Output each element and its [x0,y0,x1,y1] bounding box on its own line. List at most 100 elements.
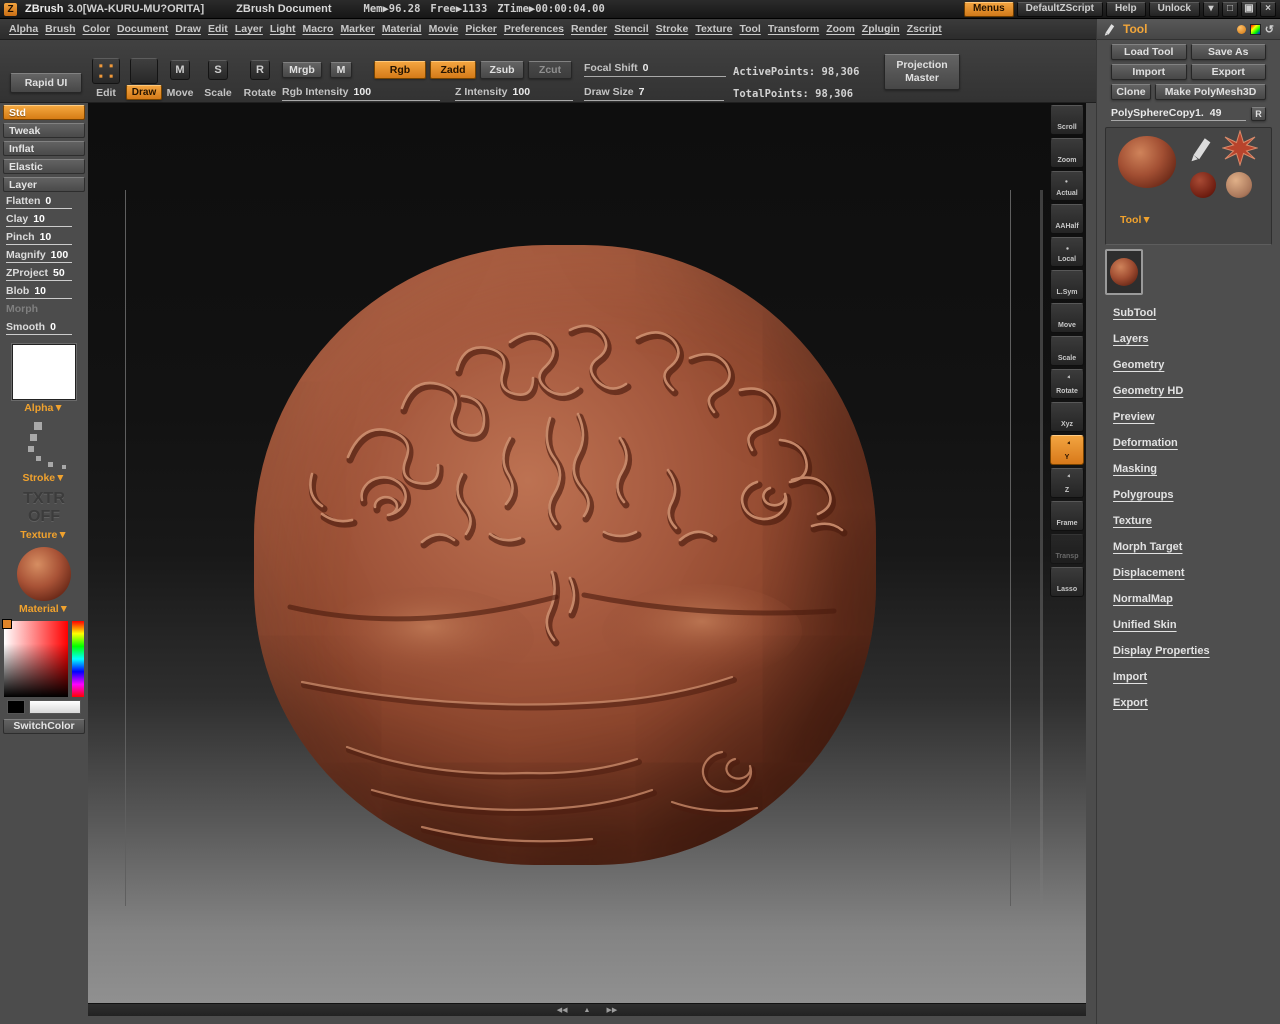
rapid-ui-button[interactable]: Rapid UI [10,73,82,93]
tool-section-polygroups[interactable]: Polygroups [1113,489,1280,515]
menu-layer[interactable]: Layer [235,23,263,35]
polymesh-tool-thumbnail[interactable] [1226,172,1252,198]
reset-icon[interactable]: ↺ [1265,23,1274,36]
export-button[interactable]: Export [1190,64,1266,80]
brush-clay-slider[interactable]: Clay 10 [3,213,85,228]
m-button[interactable]: M [330,62,352,78]
tool-section-layers[interactable]: Layers [1113,333,1280,359]
menu-tool[interactable]: Tool [739,23,760,35]
menu-macro[interactable]: Macro [303,23,334,35]
menu-document[interactable]: Document [117,23,168,35]
tool-section-unified-skin[interactable]: Unified Skin [1113,619,1280,645]
tray-z-button[interactable]: Z [1050,468,1084,498]
menu-zoom[interactable]: Zoom [826,23,855,35]
rgb-intensity-slider[interactable]: Rgb Intensity 100 [282,86,442,101]
tool-section-import[interactable]: Import [1113,671,1280,697]
rotate-tool-icon[interactable]: R [250,60,270,80]
brush-elastic-button[interactable]: Elastic [3,159,85,174]
star-tool-thumbnail[interactable] [1222,130,1258,166]
hue-strip[interactable] [72,620,84,697]
tray-xyz-button[interactable]: Xyz [1050,402,1084,432]
menu-material[interactable]: Material [382,23,422,35]
menu-transform[interactable]: Transform [768,23,819,35]
move-tool-icon[interactable]: M [170,60,190,80]
focal-shift-slider[interactable]: Focal Shift 0 [584,62,726,77]
z-intensity-slider[interactable]: Z Intensity 100 [455,86,575,101]
rgb-intensity-track[interactable] [282,100,440,101]
brush-blob-slider[interactable]: Blob 10 [3,285,85,300]
make-polymesh3d-button[interactable]: Make PolyMesh3D [1155,84,1266,100]
material-thumbnail[interactable] [17,546,71,601]
switch-color-button[interactable]: SwitchColor [3,718,85,734]
tray-zoom-button[interactable]: Zoom [1050,138,1084,168]
color-swatch-icon[interactable] [1249,23,1261,35]
tray-lsym-button[interactable]: L.Sym [1050,270,1084,300]
tray-scale-button[interactable]: Scale [1050,336,1084,366]
active-tool-slot[interactable] [1105,249,1143,295]
zcut-button[interactable]: Zcut [528,61,572,79]
material-dropdown[interactable]: Material▼ [3,603,85,615]
tray-aahalf-button[interactable]: AAHalf [1050,204,1084,234]
menu-render[interactable]: Render [571,23,607,35]
tray-lasso-button[interactable]: Lasso [1050,567,1084,597]
tray-scroll-button[interactable]: Scroll [1050,105,1084,135]
brush-smooth-slider[interactable]: Smooth 0 [3,321,85,336]
scroll-right-icon[interactable]: ▶▶ [606,1006,617,1014]
tool-section-displacement[interactable]: Displacement [1113,567,1280,593]
brush-magnify-slider[interactable]: Magnify 100 [3,249,85,264]
menu-stencil[interactable]: Stencil [614,23,648,35]
rgb-button[interactable]: Rgb [374,61,426,79]
secondary-color-swatch[interactable] [7,699,25,714]
minimize-icon[interactable]: ▾ [1203,1,1219,17]
tray-actual-button[interactable]: Actual [1050,171,1084,201]
load-tool-button[interactable]: Load Tool [1111,44,1187,60]
brush-inflat-button[interactable]: Inflat [3,141,85,156]
color-picker[interactable] [2,618,84,697]
brush-zproject-slider[interactable]: ZProject 50 [3,267,85,282]
projection-master-button[interactable]: Projection Master [884,54,960,90]
default-zscript-button[interactable]: DefaultZScript [1016,1,1103,17]
draw-size-slider[interactable]: Draw Size 7 [584,86,726,101]
stroke-dropdown[interactable]: Stroke▼ [3,472,85,484]
menu-zscript[interactable]: Zscript [907,23,942,35]
close-icon[interactable]: × [1260,1,1276,17]
import-button[interactable]: Import [1111,64,1187,80]
pen-tool-thumbnail[interactable] [1188,134,1216,162]
primary-color-swatch[interactable] [29,699,81,714]
scroll-up-icon[interactable]: ▲ [584,1007,591,1014]
restore-icon[interactable]: ▣ [1241,1,1257,17]
tool-section-morph-target[interactable]: Morph Target [1113,541,1280,567]
tool-inventory-dropdown[interactable]: Tool▼ [1120,214,1152,226]
edit-tool-icon[interactable] [92,58,120,84]
tray-local-button[interactable]: Local [1050,237,1084,267]
menu-marker[interactable]: Marker [340,23,374,35]
menu-zplugin[interactable]: Zplugin [862,23,900,35]
menu-movie[interactable]: Movie [429,23,459,35]
window-icon[interactable]: □ [1222,1,1238,17]
texture-dropdown[interactable]: Texture▼ [3,529,85,541]
menu-light[interactable]: Light [270,23,296,35]
draw-tool-icon[interactable] [130,58,158,84]
tool-section-normalmap[interactable]: NormalMap [1113,593,1280,619]
menu-stroke[interactable]: Stroke [656,23,689,35]
tool-section-geometry-hd[interactable]: Geometry HD [1113,385,1280,411]
tool-section-display-properties[interactable]: Display Properties [1113,645,1280,671]
tool-section-masking[interactable]: Masking [1113,463,1280,489]
focal-shift-track[interactable] [584,76,726,77]
tool-section-subtool[interactable]: SubTool [1113,307,1280,333]
stroke-thumbnail[interactable] [12,420,76,470]
menus-button[interactable]: Menus [963,1,1014,17]
menu-edit[interactable]: Edit [208,23,228,35]
tool-section-geometry[interactable]: Geometry [1113,359,1280,385]
tray-frame-button[interactable]: Frame [1050,501,1084,531]
menu-draw[interactable]: Draw [175,23,201,35]
help-button[interactable]: Help [1105,1,1146,17]
document-canvas[interactable]: Scroll Zoom Actual AAHalf Local L.Sym Mo… [88,103,1086,1003]
current-tool-thumbnail[interactable] [1118,136,1176,188]
save-as-button[interactable]: Save As [1190,44,1266,60]
menu-alpha[interactable]: Alpha [9,23,38,35]
tray-move-button[interactable]: Move [1050,303,1084,333]
saturation-square[interactable] [4,620,68,697]
restore-config-button[interactable]: R [1251,107,1266,121]
z-intensity-track[interactable] [455,100,573,101]
